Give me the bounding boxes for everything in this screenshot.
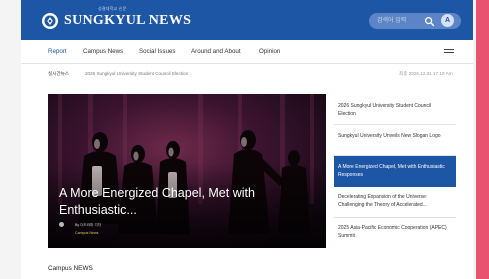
headline-list-item-title: A More Energized Chapel, Met with Enthus…: [338, 164, 445, 178]
hamburger-menu-icon[interactable]: [444, 49, 454, 56]
breaking-news-bar: 실시간뉴스 2026 Sungkyul University Student C…: [21, 64, 473, 84]
right-accent-strip: [476, 0, 489, 279]
logo-emblem-icon: [42, 13, 58, 29]
search-icon[interactable]: [424, 16, 435, 27]
breaking-label: 실시간뉴스: [48, 71, 70, 76]
headline-list-item[interactable]: 2025 Asia-Pacific Economic Cooperation (…: [334, 218, 456, 248]
site-logo[interactable]: SUNGKYUL NEWS 성결대학교 신문: [42, 6, 192, 30]
headline-list-item-title: Decelerating Expansion of the Universe: …: [338, 194, 428, 208]
headline-list-item[interactable]: Decelerating Expansion of the Universe: …: [334, 187, 456, 218]
headline-list: 2026 Sungkyul University Student Council…: [334, 94, 456, 248]
hero-title[interactable]: A More Energized Chapel, Met with Enthus…: [59, 185, 259, 219]
user-avatar-button[interactable]: A: [441, 14, 454, 27]
hero-section-tag[interactable]: Campus News: [75, 231, 98, 235]
hero-article[interactable]: A More Energized Chapel, Met with Enthus…: [48, 94, 326, 248]
headline-list-item[interactable]: Sungkyul University Unveils New Slogan L…: [334, 125, 456, 156]
breaking-headline-link[interactable]: 2026 Sungkyul University Student Council…: [85, 71, 188, 76]
campus-news-heading: Campus NEWS: [48, 265, 93, 272]
logo-subtext: 성결대학교 신문: [98, 6, 127, 11]
author-icon: [59, 222, 64, 227]
logo-text: SUNGKYUL NEWS: [64, 13, 192, 28]
browser-viewport: SUNGKYUL NEWS 성결대학교 신문 A Report Campus N…: [21, 0, 473, 279]
nav-item-around-and-about[interactable]: Around and About: [191, 48, 241, 55]
nav-item-report[interactable]: Report: [48, 48, 67, 55]
breaking-date: 최종 2026.12.31 17:10 Am: [399, 71, 453, 76]
headline-list-item-title: 2026 Sungkyul University Student Council…: [338, 103, 432, 117]
headline-list-item-title: Sungkyul University Unveils New Slogan L…: [338, 133, 441, 139]
nav-item-opinion[interactable]: Opinion: [259, 48, 280, 55]
headline-list-item-active[interactable]: A More Energized Chapel, Met with Enthus…: [334, 156, 456, 187]
hero-author: By 더드라마 기자: [75, 223, 102, 227]
main-nav: Report Campus News Social Issues Around …: [21, 40, 473, 64]
nav-item-campus-news[interactable]: Campus News: [83, 48, 123, 55]
page-background: SUNGKYUL NEWS 성결대학교 신문 A Report Campus N…: [0, 0, 489, 279]
headline-list-item[interactable]: 2026 Sungkyul University Student Council…: [334, 94, 456, 125]
site-header: SUNGKYUL NEWS 성결대학교 신문 A: [21, 0, 473, 40]
nav-item-social-issues[interactable]: Social Issues: [139, 48, 175, 55]
headline-list-item-title: 2025 Asia-Pacific Economic Cooperation (…: [338, 225, 447, 239]
